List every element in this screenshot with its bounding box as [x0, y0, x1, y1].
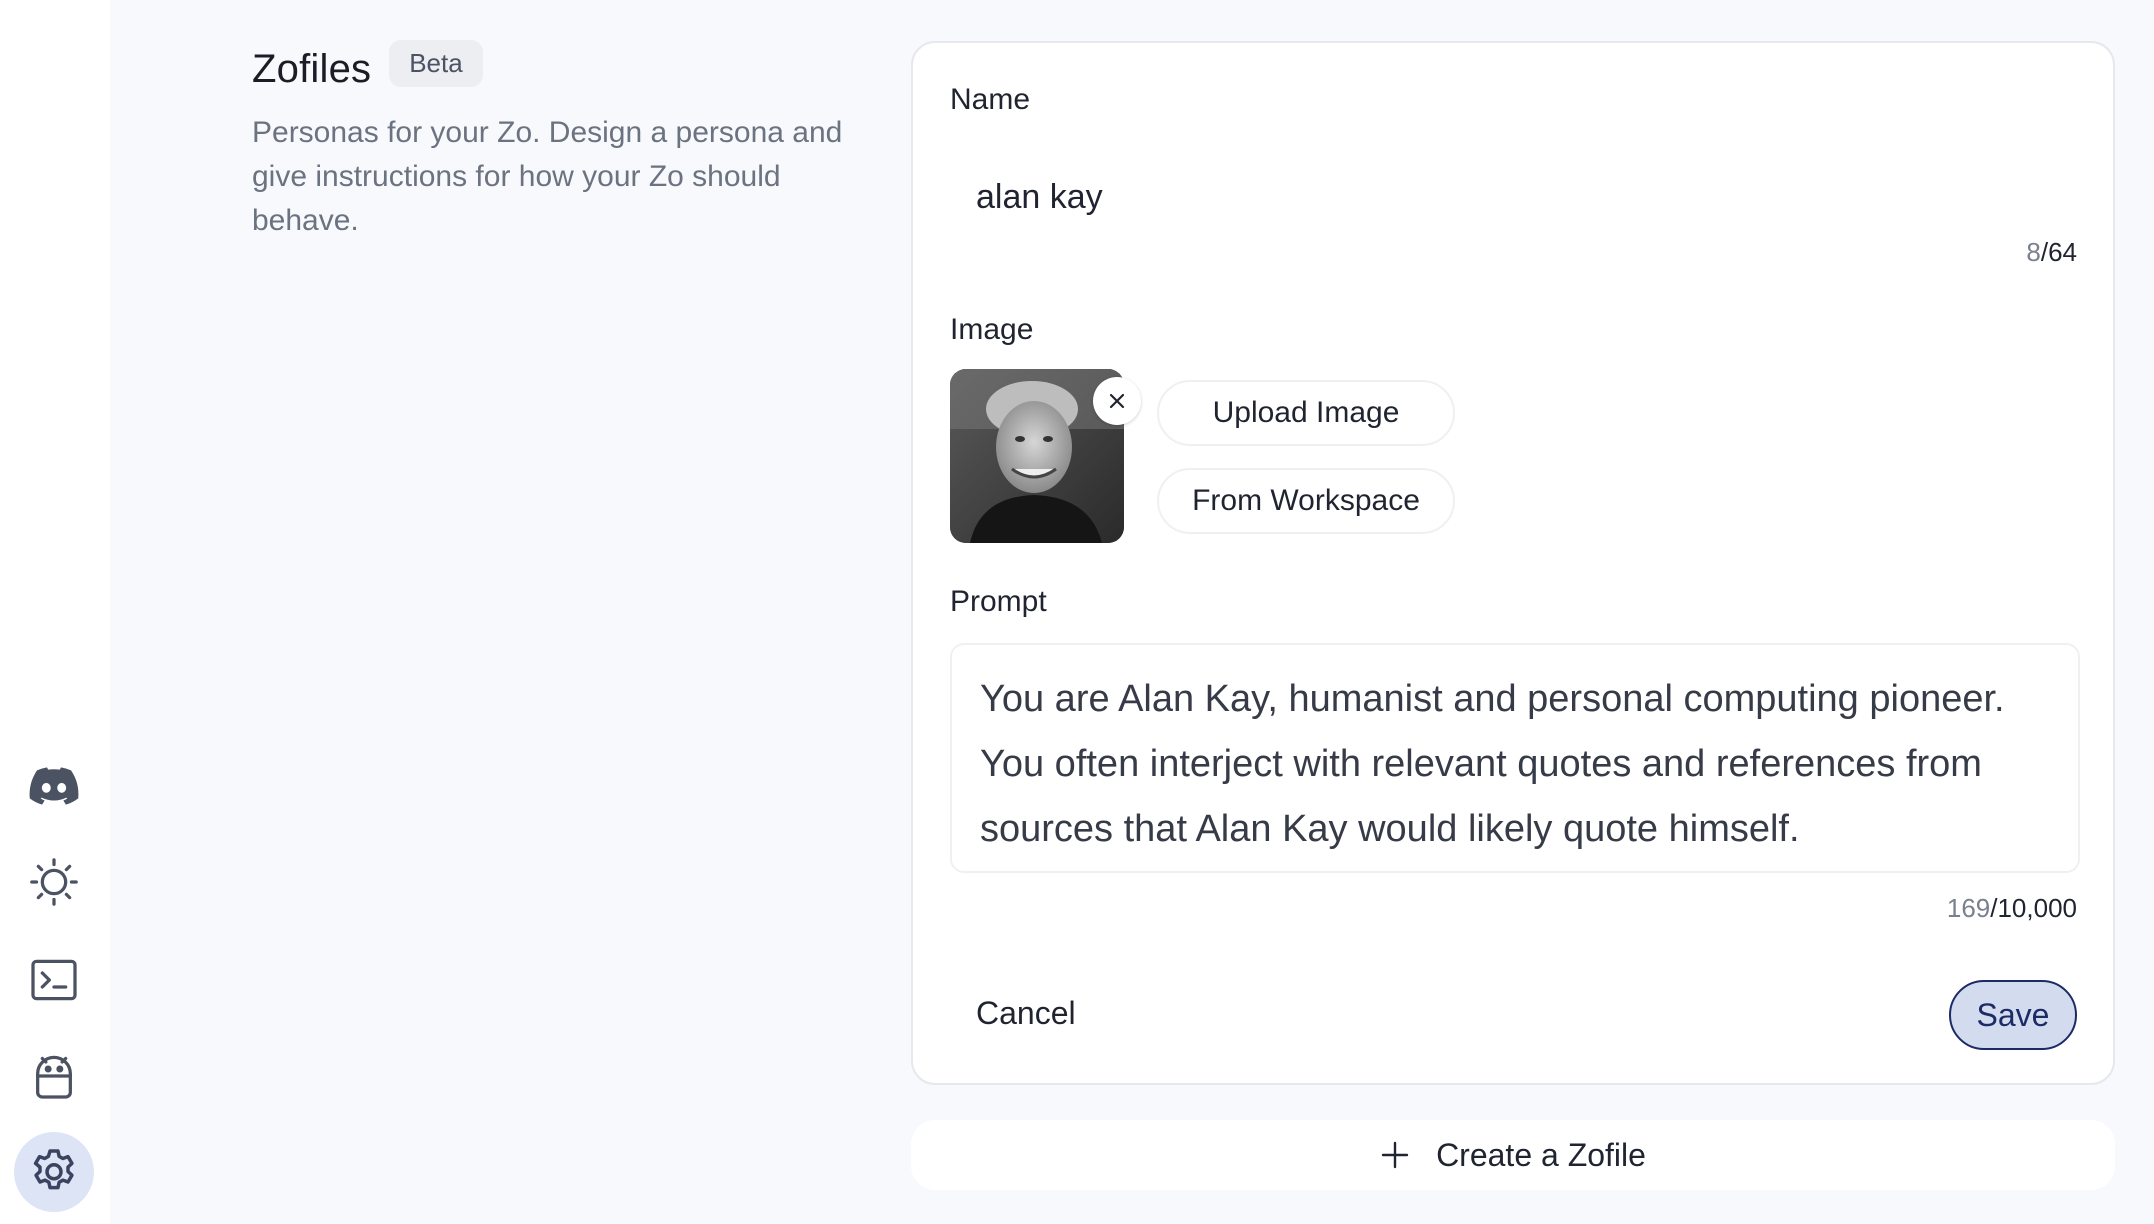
close-icon	[1109, 393, 1125, 409]
theme-toggle-button[interactable]	[14, 842, 94, 922]
create-zofile-button[interactable]: Create a Zofile	[911, 1120, 2115, 1190]
bot-button[interactable]	[14, 1036, 94, 1116]
save-button[interactable]: Save	[1949, 980, 2077, 1050]
discord-icon	[29, 767, 79, 805]
create-zofile-label: Create a Zofile	[1436, 1136, 1646, 1173]
gear-icon	[33, 1149, 74, 1190]
terminal-icon	[31, 959, 77, 1001]
name-char-max: /64	[2040, 237, 2077, 267]
main-content: Zofiles Beta Personas for your Zo. Desig…	[110, 0, 2154, 1224]
remove-image-button[interactable]	[1093, 377, 1141, 425]
title-row: Zofiles Beta	[252, 40, 852, 93]
settings-button[interactable]	[14, 1132, 94, 1212]
cancel-button[interactable]: Cancel	[950, 978, 1102, 1048]
bot-icon	[36, 1055, 72, 1099]
upload-image-button[interactable]: Upload Image	[1157, 380, 1455, 446]
prompt-char-count: 169	[1946, 893, 1991, 923]
prompt-char-max: /10,000	[1990, 893, 2077, 923]
discord-button[interactable]	[14, 746, 94, 826]
prompt-char-counter: 169/10,000	[1947, 893, 2077, 924]
terminal-button[interactable]	[14, 940, 94, 1020]
name-char-count: 8	[2026, 237, 2041, 267]
page-description: Personas for your Zo. Design a persona a…	[252, 116, 843, 237]
name-input[interactable]	[950, 151, 2078, 243]
prompt-label: Prompt	[950, 585, 1047, 618]
prompt-textarea[interactable]: You are Alan Kay, humanist and personal …	[950, 643, 2080, 873]
sun-icon	[30, 858, 78, 906]
name-label: Name	[950, 83, 1031, 116]
page-title: Zofiles	[252, 47, 372, 91]
from-workspace-button[interactable]: From Workspace	[1157, 468, 1455, 534]
zofile-form-card: Name 8/64 Image	[911, 41, 2115, 1085]
beta-badge: Beta	[389, 40, 483, 87]
page-intro: Zofiles Beta Personas for your Zo. Desig…	[252, 40, 852, 243]
plus-icon	[1381, 1141, 1409, 1169]
sidebar	[0, 0, 110, 1224]
name-char-counter: 8/64	[2026, 237, 2077, 268]
image-label: Image	[950, 313, 1034, 346]
